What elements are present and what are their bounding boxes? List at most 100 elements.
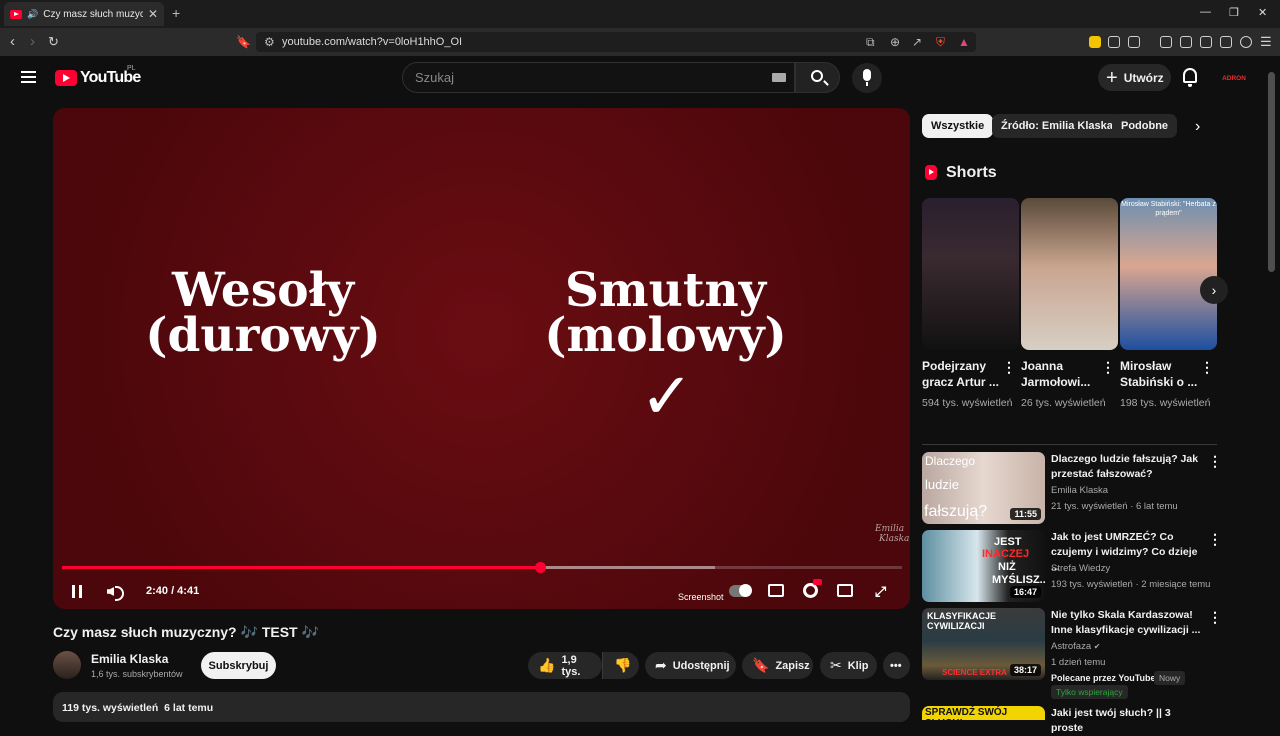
notifications-bell-icon[interactable] [1183,68,1197,87]
video-player[interactable]: Wesoły (durowy) Smutny (molowy) ✓ Emilia… [53,108,910,609]
media-icon[interactable] [1160,36,1172,48]
site-info-icon[interactable]: ⚙ [264,35,275,49]
browser-tab[interactable]: 🔊 Czy masz słuch muzyczny? 🎶 TEST 🎶 ✕ [4,2,164,26]
create-label: Utwórz [1123,70,1164,85]
reload-icon[interactable]: ↻ [48,33,59,51]
page-scrollbar[interactable] [1268,72,1275,272]
short-title[interactable]: Mirosław Stabiński o ... [1120,358,1200,390]
more-dots-icon: ••• [890,659,902,672]
recommended-video[interactable]: Dlaczego ludzie fałszują? 11:55 Dlaczego… [922,452,1222,524]
volume-button[interactable] [107,584,125,601]
create-button[interactable]: + Utwórz [1098,64,1171,91]
browser-toolbar: ‹ › ↻ 🔖 ⚙ youtube.com/watch?v=0loH1hhO_O… [0,28,1280,56]
video-thumbnail[interactable]: KLASYFIKACJE CYWILIZACJI SCIENCE EXTRA 3… [922,608,1045,680]
forward-icon[interactable]: › [30,33,35,51]
clip-button[interactable]: ✂ Klip [820,652,877,679]
scrubber-handle[interactable] [534,562,546,573]
leo-ai-icon[interactable] [1220,36,1232,48]
brave-shield-icon[interactable]: ⛨ [936,35,945,50]
guide-menu-icon[interactable] [21,71,36,83]
back-icon[interactable]: ‹ [10,33,15,51]
dislike-button[interactable]: 👎 [602,652,639,679]
more-actions-button[interactable]: ••• [883,652,910,679]
channel-avatar[interactable] [53,651,81,679]
video-title[interactable]: Jaki jest twój słuch? || 3 proste [1051,706,1201,736]
subtitles-icon[interactable] [768,584,784,597]
extension-icon[interactable] [1089,36,1101,48]
video-title[interactable]: Dlaczego ludzie fałszują? Jak przestać f… [1051,452,1201,482]
search-input[interactable]: Szukaj [402,62,795,93]
short-thumbnail[interactable] [1021,198,1118,350]
video-title[interactable]: Nie tylko Skala Kardaszowa! Inne klasyfi… [1051,608,1201,638]
short-title[interactable]: Podejrzany gracz Artur ... [922,358,1002,390]
video-menu-icon[interactable]: ⋮ [1208,610,1222,624]
video-menu-icon[interactable]: ⋮ [1208,532,1222,546]
video-thumbnail[interactable]: Dlaczego ludzie fałszują? 11:55 [922,452,1045,524]
account-avatar[interactable]: ADRON [1220,64,1248,92]
like-button[interactable]: 👍 1,9 tys. [528,652,602,679]
theater-mode-icon[interactable] [837,584,853,597]
bookmark-icon[interactable]: 🔖 [236,33,251,51]
puzzle-extensions-icon[interactable] [1108,36,1120,48]
address-bar[interactable]: ⚙ youtube.com/watch?v=0loH1hhO_OI ⧉ ⊕ ↗ … [256,32,976,52]
chip-related[interactable]: Podobne [1112,114,1178,138]
wallet-icon[interactable] [1200,36,1212,48]
channel-name: Astrofaza [1051,641,1092,652]
short-menu-icon[interactable]: ⋮ [1200,360,1214,374]
restore-icon[interactable]: ❐ [1229,6,1239,19]
short-card[interactable]: Joanna Jarmołowi... 26 tys. wyświetleń [1021,198,1118,411]
chip-source[interactable]: Źródło: Emilia Klaska [992,114,1122,138]
short-card[interactable]: Podejrzany gracz Artur ... 594 tys. wyśw… [922,198,1019,411]
zoom-icon[interactable]: ⊕ [890,35,900,49]
open-external-icon[interactable]: ⧉ [866,35,875,50]
short-menu-icon[interactable]: ⋮ [1002,360,1016,374]
close-window-icon[interactable]: ✕ [1258,6,1267,19]
save-button[interactable]: 🔖 Zapisz [742,652,813,679]
recommended-video[interactable]: KLASYFIKACJE CYWILIZACJI SCIENCE EXTRA 3… [922,608,1222,699]
short-menu-icon[interactable]: ⋮ [1101,360,1115,374]
video-thumbnail[interactable]: SPRAWDŹ SWÓJ SŁUCH! [922,706,1045,720]
vpn-icon[interactable] [1240,36,1252,48]
short-thumbnail[interactable]: Mirosław Stabiński: "Herbata z prądem" [1120,198,1217,350]
video-thumbnail[interactable]: JEST INACZEJ NIŻ MYŚLISZ... 16:47 [922,530,1045,602]
chips-next-chevron-icon[interactable]: › [1195,118,1200,136]
chip-all[interactable]: Wszystkie [922,114,994,138]
subscribe-button[interactable]: Subskrybuj [201,652,276,679]
short-title[interactable]: Joanna Jarmołowi... [1021,358,1101,390]
video-text-right: Smutny (molowy) [533,267,798,359]
share-button[interactable]: ➦ Udostępnij [645,652,736,679]
recommended-video[interactable]: JEST INACZEJ NIŻ MYŚLISZ... 16:47 Jak to… [922,530,1222,602]
youtube-logo[interactable]: YouTube PL [55,65,141,87]
voice-search-button[interactable] [852,63,882,93]
bookmark-save-icon: 🔖 [752,657,770,673]
progress-played [62,566,540,569]
new-tab-button[interactable]: + [172,5,180,21]
sidebar-icon[interactable] [1180,36,1192,48]
recommended-video[interactable]: SPRAWDŹ SWÓJ SŁUCH! Jaki jest twój słuch… [922,706,1217,734]
fullscreen-icon[interactable]: ⤢ [875,584,889,598]
country-code: PL [127,65,136,72]
progress-bar[interactable] [62,562,902,573]
browser-menu-icon[interactable]: ☰ [1260,33,1272,51]
video-menu-icon[interactable]: ⋮ [1208,454,1222,468]
screenshot-extension-icon[interactable] [1128,36,1140,48]
settings-gear-icon[interactable] [803,579,822,598]
share-icon[interactable]: ↗ [912,35,922,49]
video-channel[interactable]: Emilia Klaska [1051,485,1108,496]
channel-name[interactable]: Emilia Klaska [91,652,168,666]
short-thumbnail[interactable] [922,198,1019,350]
minimize-icon[interactable]: — [1200,6,1211,18]
pause-button[interactable] [72,585,82,598]
close-tab-icon[interactable]: ✕ [148,7,158,21]
left-word: Wesoły [171,263,355,318]
keyboard-icon[interactable] [772,73,786,82]
shorts-next-button[interactable]: › [1200,276,1228,304]
search-placeholder: Szukaj [415,70,455,85]
description-box[interactable]: 119 tys. wyświetleń 6 lat temu [53,692,910,722]
autoplay-toggle[interactable] [729,584,752,597]
video-channel[interactable]: Astrofaza ✔ [1051,641,1100,652]
video-channel[interactable]: Strefa Wiedzy [1051,563,1110,574]
short-card[interactable]: Mirosław Stabiński: "Herbata z prądem" M… [1120,198,1217,411]
search-button[interactable] [795,62,840,93]
rewards-icon[interactable]: ▲ [958,35,970,49]
